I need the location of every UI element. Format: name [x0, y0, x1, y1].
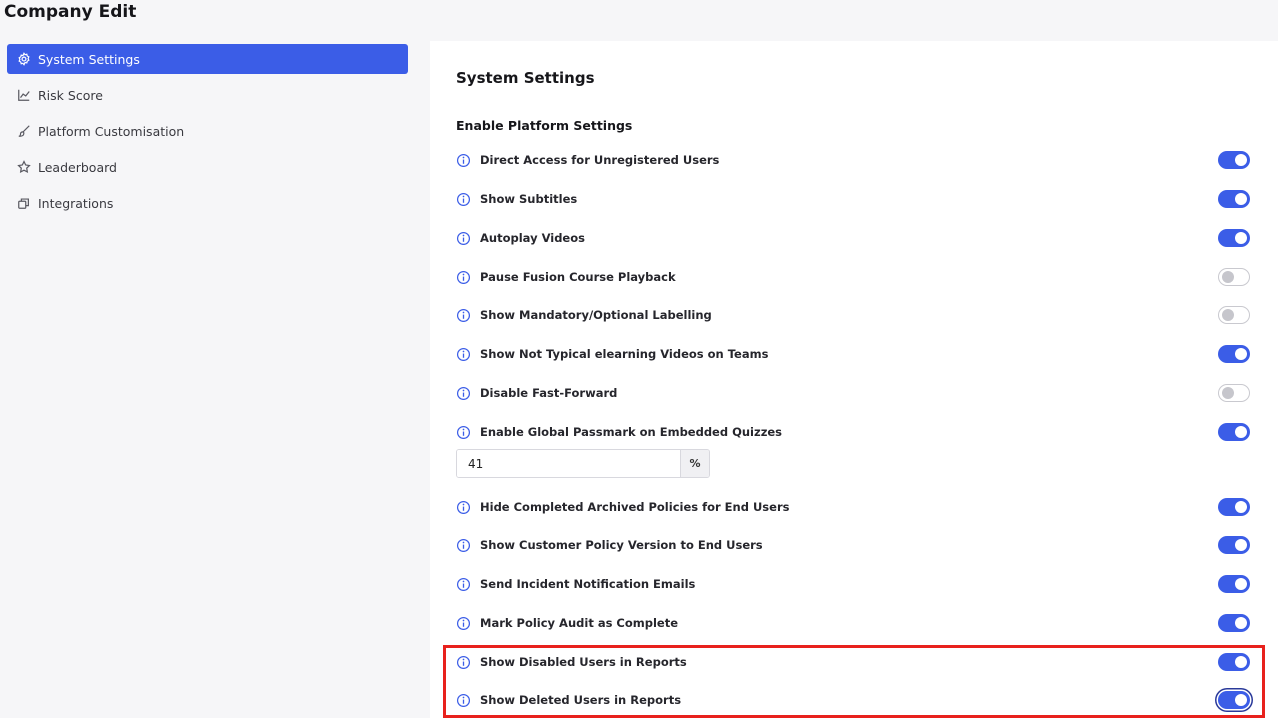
chart-line-icon	[17, 88, 31, 102]
info-icon[interactable]	[456, 192, 471, 207]
setting-row: Pause Fusion Course Playback	[456, 267, 1250, 287]
setting-label: Pause Fusion Course Playback	[480, 270, 676, 284]
toggle-knob	[1222, 387, 1234, 399]
passmark-field: %	[456, 449, 710, 478]
setting-toggle[interactable]	[1218, 498, 1250, 516]
info-icon[interactable]	[456, 347, 471, 362]
settings-panel: System Settings Enable Platform Settings…	[430, 41, 1278, 718]
setting-toggle[interactable]	[1218, 614, 1250, 632]
setting-row: Autoplay Videos	[456, 228, 1250, 248]
setting-label: Send Incident Notification Emails	[480, 577, 696, 591]
setting-toggle[interactable]	[1218, 384, 1250, 402]
setting-label: Enable Global Passmark on Embedded Quizz…	[480, 425, 783, 439]
setting-row: Disable Fast-Forward	[456, 383, 1250, 403]
toggle-knob	[1235, 501, 1247, 513]
passmark-input[interactable]	[457, 450, 680, 477]
setting-toggle[interactable]	[1218, 423, 1250, 441]
setting-label: Show Mandatory/Optional Labelling	[480, 308, 712, 322]
setting-label: Hide Completed Archived Policies for End…	[480, 500, 790, 514]
sidebar-item-label: Leaderboard	[38, 159, 117, 175]
info-icon[interactable]	[456, 693, 471, 708]
gear-icon	[17, 52, 31, 66]
info-icon[interactable]	[456, 386, 471, 401]
sidebar: System Settings Risk Score Platform Cust…	[7, 44, 408, 224]
setting-toggle[interactable]	[1218, 151, 1250, 169]
setting-row: Show Mandatory/Optional Labelling	[456, 305, 1250, 325]
setting-toggle[interactable]	[1218, 653, 1250, 671]
star-icon	[17, 160, 31, 174]
setting-label: Show Disabled Users in Reports	[480, 655, 687, 669]
setting-row: Hide Completed Archived Policies for End…	[456, 497, 1250, 517]
setting-toggle[interactable]	[1218, 190, 1250, 208]
setting-label: Direct Access for Unregistered Users	[480, 153, 720, 167]
setting-label: Show Customer Policy Version to End User…	[480, 538, 763, 552]
setting-toggle[interactable]	[1218, 306, 1250, 324]
sidebar-item-system-settings[interactable]: System Settings	[7, 44, 408, 74]
setting-label: Autoplay Videos	[480, 231, 585, 245]
info-icon[interactable]	[456, 500, 471, 515]
setting-row: Send Incident Notification Emails	[456, 574, 1250, 594]
info-icon[interactable]	[456, 308, 471, 323]
section-heading: System Settings	[456, 69, 595, 87]
setting-toggle[interactable]	[1218, 345, 1250, 363]
layers-icon	[17, 196, 31, 210]
setting-label: Disable Fast-Forward	[480, 386, 618, 400]
sidebar-item-leaderboard[interactable]: Leaderboard	[7, 152, 408, 182]
toggle-knob	[1235, 539, 1247, 551]
sidebar-item-label: Risk Score	[38, 87, 103, 103]
setting-toggle[interactable]	[1218, 691, 1250, 709]
sidebar-item-label: Platform Customisation	[38, 123, 185, 139]
sidebar-item-risk-score[interactable]: Risk Score	[7, 80, 408, 110]
setting-label: Show Not Typical elearning Videos on Tea…	[480, 347, 769, 361]
info-icon[interactable]	[456, 270, 471, 285]
toggle-knob	[1235, 232, 1247, 244]
brush-icon	[17, 124, 31, 138]
toggle-knob	[1235, 656, 1247, 668]
setting-label: Show Deleted Users in Reports	[480, 693, 682, 707]
setting-row: Show Not Typical elearning Videos on Tea…	[456, 344, 1250, 364]
toggle-knob	[1235, 578, 1247, 590]
sidebar-item-integrations[interactable]: Integrations	[7, 188, 408, 218]
info-icon[interactable]	[456, 616, 471, 631]
info-icon[interactable]	[456, 153, 471, 168]
toggle-knob	[1235, 154, 1247, 166]
toggle-knob	[1235, 694, 1247, 706]
percent-suffix: %	[680, 450, 709, 477]
info-icon[interactable]	[456, 538, 471, 553]
toggle-knob	[1222, 271, 1234, 283]
info-icon[interactable]	[456, 577, 471, 592]
sidebar-item-platform-customisation[interactable]: Platform Customisation	[7, 116, 408, 146]
setting-row: Show Disabled Users in Reports	[456, 652, 1250, 672]
setting-toggle[interactable]	[1218, 268, 1250, 286]
setting-row: Mark Policy Audit as Complete	[456, 613, 1250, 633]
toggle-knob	[1235, 348, 1247, 360]
sidebar-item-label: Integrations	[38, 195, 114, 211]
setting-label: Show Subtitles	[480, 192, 578, 206]
page-title: Company Edit	[4, 2, 137, 22]
info-icon[interactable]	[456, 231, 471, 246]
toggle-knob	[1222, 309, 1234, 321]
sidebar-item-label: System Settings	[38, 51, 140, 67]
toggle-knob	[1235, 426, 1247, 438]
setting-row: Show Customer Policy Version to End User…	[456, 535, 1250, 555]
toggle-knob	[1235, 617, 1247, 629]
subsection-heading: Enable Platform Settings	[456, 118, 633, 133]
info-icon[interactable]	[456, 655, 471, 670]
setting-toggle[interactable]	[1218, 575, 1250, 593]
setting-toggle[interactable]	[1218, 536, 1250, 554]
setting-row: Show Deleted Users in Reports	[456, 690, 1250, 710]
info-icon[interactable]	[456, 425, 471, 440]
setting-row: Show Subtitles	[456, 189, 1250, 209]
setting-label: Mark Policy Audit as Complete	[480, 616, 679, 630]
toggle-knob	[1235, 193, 1247, 205]
setting-toggle[interactable]	[1218, 229, 1250, 247]
setting-row: Enable Global Passmark on Embedded Quizz…	[456, 422, 1250, 442]
setting-row: Direct Access for Unregistered Users	[456, 150, 1250, 170]
